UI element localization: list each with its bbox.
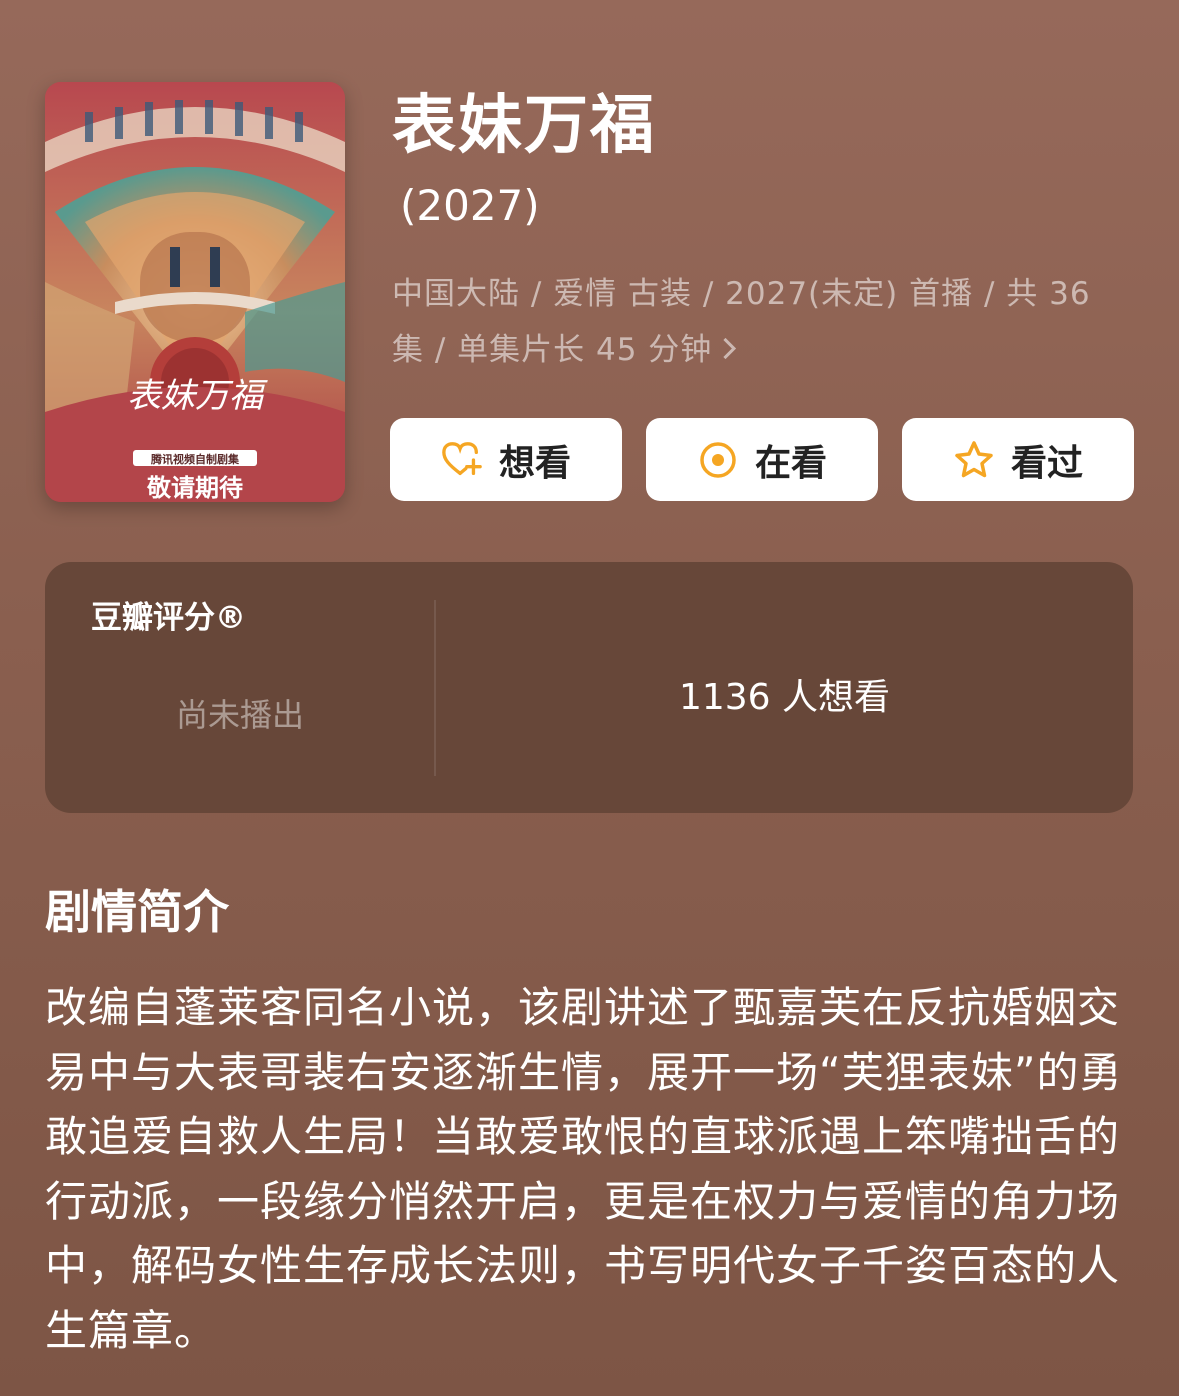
chevron-right-icon bbox=[715, 337, 737, 360]
watched-label: 看过 bbox=[1010, 442, 1083, 484]
poster-tagline: 敬请期待 bbox=[146, 474, 243, 502]
want-to-watch-button[interactable]: 想看 bbox=[390, 418, 622, 501]
page-title: 表妹万福 bbox=[392, 89, 656, 163]
synopsis-text: 改编自蓬莱客同名小说，该剧讲述了甄嘉芙在反抗婚姻交易中与大表哥裴右安逐渐生情，展… bbox=[45, 983, 1123, 1355]
watching-button[interactable]: 在看 bbox=[646, 418, 878, 501]
want-label: 想看 bbox=[498, 442, 571, 484]
target-circle-icon bbox=[697, 439, 739, 481]
synopsis-title: 剧情简介 bbox=[45, 885, 229, 939]
poster-image[interactable]: 表妹万福 腾讯视频自制剧集 敬请期待 bbox=[45, 82, 345, 502]
watching-label: 在看 bbox=[754, 442, 827, 484]
heart-plus-icon bbox=[441, 439, 483, 481]
rating-card[interactable]: 豆瓣评分® 尚未播出 1136 人想看 bbox=[45, 562, 1133, 813]
rating-status: 尚未播出 bbox=[175, 696, 304, 734]
star-icon bbox=[953, 439, 995, 481]
watched-button[interactable]: 看过 bbox=[902, 418, 1134, 501]
rating-label: 豆瓣评分® bbox=[91, 600, 246, 636]
wish-count: 1136 人想看 bbox=[678, 677, 891, 718]
release-year: (2027) bbox=[400, 181, 540, 230]
info-meta-text: 中国大陆 / 爱情 古装 / 2027(未定) 首播 / 共 36 集 / 单集… bbox=[392, 276, 1091, 368]
info-meta-link[interactable]: 中国大陆 / 爱情 古装 / 2027(未定) 首播 / 共 36 集 / 单集… bbox=[392, 266, 1112, 378]
poster-subtitle: 腾讯视频自制剧集 bbox=[151, 452, 240, 466]
poster-title: 表妹万福 bbox=[127, 376, 268, 416]
